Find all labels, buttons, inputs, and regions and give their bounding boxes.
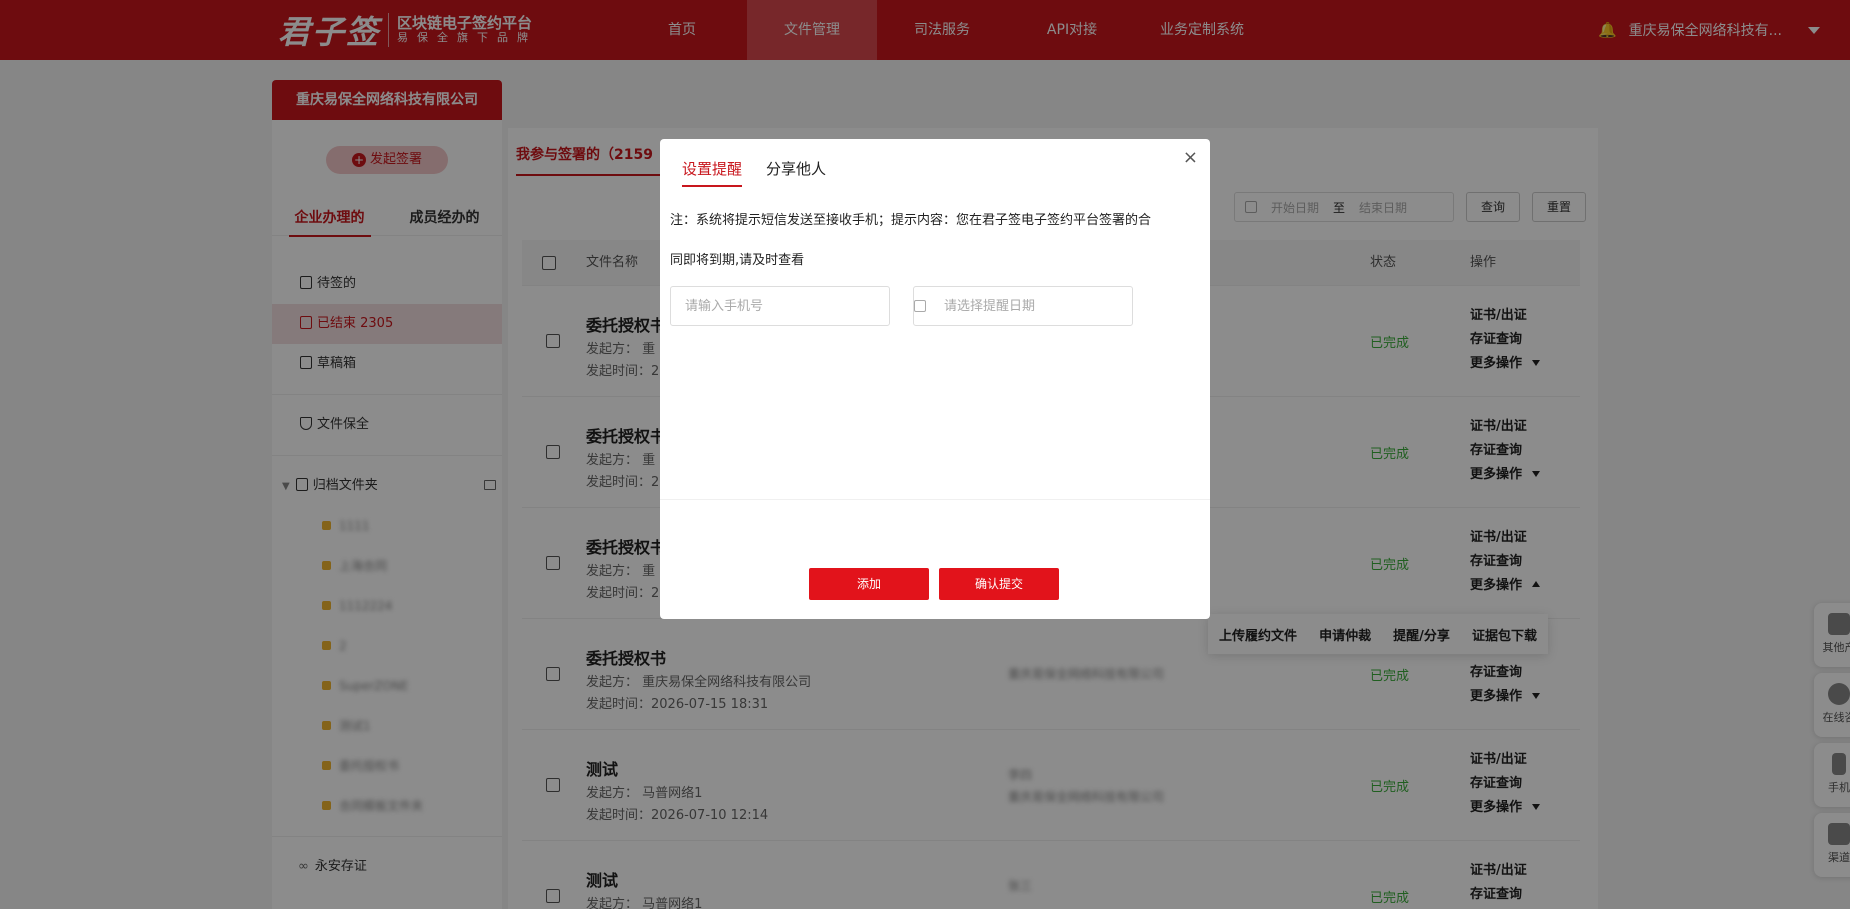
calendar-icon xyxy=(914,300,926,312)
reminder-note: 注：系统将提示短信发送至接收手机；提示内容：您在君子签电子签约平台签署的合 同即… xyxy=(670,201,1200,281)
add-button[interactable]: 添加 xyxy=(809,568,929,600)
reminder-date-input[interactable] xyxy=(913,286,1133,326)
note-line1: 注：系统将提示短信发送至接收手机；提示内容：您在君子签电子签约平台签署的合 xyxy=(670,213,1152,228)
reminder-modal: 设置提醒 分享他人 × 注：系统将提示短信发送至接收手机；提示内容：您在君子签电… xyxy=(660,139,1210,619)
confirm-submit-button[interactable]: 确认提交 xyxy=(939,568,1059,600)
modal-tabs: 设置提醒 分享他人 xyxy=(682,151,826,187)
phone-input[interactable] xyxy=(670,286,890,326)
tab-set-reminder[interactable]: 设置提醒 xyxy=(682,151,743,187)
tab-share-others[interactable]: 分享他人 xyxy=(766,151,826,187)
close-icon[interactable]: × xyxy=(1183,149,1198,167)
divider xyxy=(660,499,1210,500)
note-line2: 同即将到期,请及时查看 xyxy=(670,253,805,268)
